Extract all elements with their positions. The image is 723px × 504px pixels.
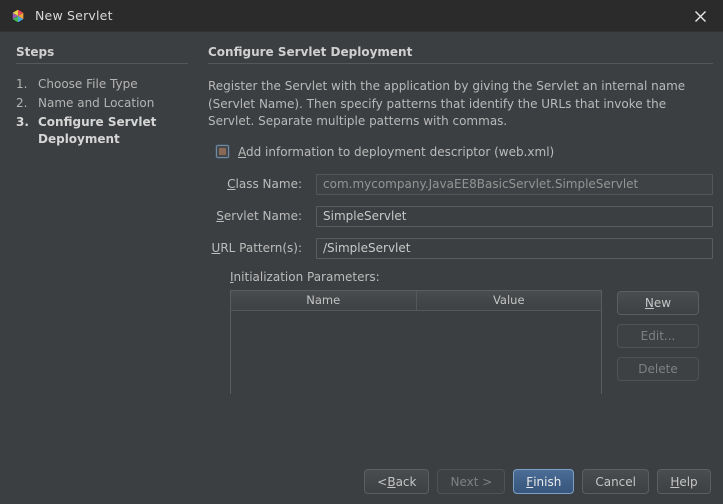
deployment-descriptor-checkbox[interactable] — [216, 145, 229, 158]
checkbox-label-rest: dd information to deployment descriptor … — [246, 144, 555, 159]
edit-button[interactable]: Edit... — [617, 323, 699, 348]
mnemonic-letter: N — [644, 295, 654, 310]
deployment-descriptor-checkbox-label: Add information to deployment descriptor… — [238, 145, 554, 159]
class-name-row: Class Name: com.mycompany.JavaEE8BasicSe… — [208, 173, 713, 195]
new-servlet-dialog: New Servlet Steps 1. Choose File Type 2.… — [0, 0, 723, 504]
mnemonic-letter: A — [238, 144, 246, 159]
table-body[interactable] — [231, 310, 601, 394]
dialog-button-bar: < Back Next > Finish Cancel Help — [0, 469, 723, 494]
step-label: Choose File Type — [38, 77, 138, 91]
deployment-descriptor-checkbox-row[interactable]: Add information to deployment descriptor… — [216, 145, 713, 159]
cancel-button[interactable]: Cancel — [582, 469, 649, 494]
step-number: 3. — [16, 115, 29, 129]
steps-heading: Steps — [16, 45, 55, 59]
servlet-name-row: Servlet Name: SimpleServlet — [208, 205, 713, 227]
finish-button[interactable]: Finish — [513, 469, 575, 494]
button-label-rest: inish — [533, 474, 562, 489]
init-parameters-buttons: New Edit... Delete — [617, 290, 699, 394]
help-button[interactable]: Help — [657, 469, 711, 494]
servlet-form: Class Name: com.mycompany.JavaEE8BasicSe… — [208, 173, 713, 259]
button-label-rest: ew — [653, 295, 672, 310]
delete-button[interactable]: Delete — [617, 356, 699, 381]
mnemonic-letter: C — [227, 177, 236, 191]
mnemonic-letter: U — [211, 241, 221, 255]
label-rest: ervlet Name: — [223, 209, 302, 223]
init-parameters-area: Name Value New Edit... Delete — [230, 289, 713, 394]
step-label: Name and Location — [38, 96, 155, 110]
servlet-name-input[interactable]: SimpleServlet — [316, 205, 713, 227]
url-pattern-row: URL Pattern(s): /SimpleServlet — [208, 237, 713, 259]
step-number: 2. — [16, 96, 28, 110]
url-pattern-label: URL Pattern(s): — [208, 241, 316, 255]
button-label-rest: ack — [395, 474, 417, 489]
table-header-row: Name Value — [231, 290, 602, 311]
main-content: Configure Servlet Deployment Register th… — [208, 45, 713, 394]
next-button[interactable]: Next > — [437, 469, 506, 494]
button-prefix: < — [377, 474, 388, 489]
page-title: Configure Servlet Deployment — [208, 45, 413, 59]
step-label: Configure Servlet Deployment — [38, 115, 157, 146]
netbeans-logo-icon — [10, 8, 26, 24]
steps-panel: Steps 1. Choose File Type 2. Name and Lo… — [16, 45, 188, 150]
servlet-name-label: Servlet Name: — [208, 209, 316, 223]
mnemonic-letter: F — [526, 474, 534, 489]
page-description: Register the Servlet with the applicatio… — [208, 79, 686, 128]
step-item-2: 2. Name and Location — [16, 95, 188, 112]
title-bar: New Servlet — [0, 0, 723, 32]
step-number: 1. — [16, 77, 28, 91]
mnemonic-letter: H — [670, 474, 680, 489]
back-button[interactable]: < Back — [364, 469, 430, 494]
label-rest: lass Name: — [235, 177, 302, 191]
step-item-1: 1. Choose File Type — [16, 76, 188, 93]
mnemonic-letter: B — [387, 474, 396, 489]
url-pattern-input[interactable]: /SimpleServlet — [316, 237, 713, 259]
init-parameters-table[interactable]: Name Value — [230, 289, 602, 394]
column-header-name[interactable]: Name — [231, 291, 416, 310]
label-rest: RL Pattern(s): — [220, 241, 302, 255]
content-divider — [208, 63, 713, 64]
button-label-rest: elp — [679, 474, 698, 489]
init-parameters-label: Initialization Parameters: — [230, 270, 713, 284]
label-rest: nitialization Parameters: — [233, 269, 380, 284]
class-name-label: Class Name: — [208, 177, 316, 191]
step-item-3: 3. Configure Servlet Deployment — [16, 114, 188, 148]
new-button[interactable]: New — [617, 290, 699, 315]
class-name-input[interactable]: com.mycompany.JavaEE8BasicServlet.Simple… — [316, 173, 713, 195]
column-header-value[interactable]: Value — [415, 290, 602, 310]
window-title: New Servlet — [35, 8, 113, 23]
steps-divider — [16, 63, 188, 64]
mnemonic-letter: S — [216, 209, 224, 223]
close-icon[interactable] — [678, 0, 723, 32]
